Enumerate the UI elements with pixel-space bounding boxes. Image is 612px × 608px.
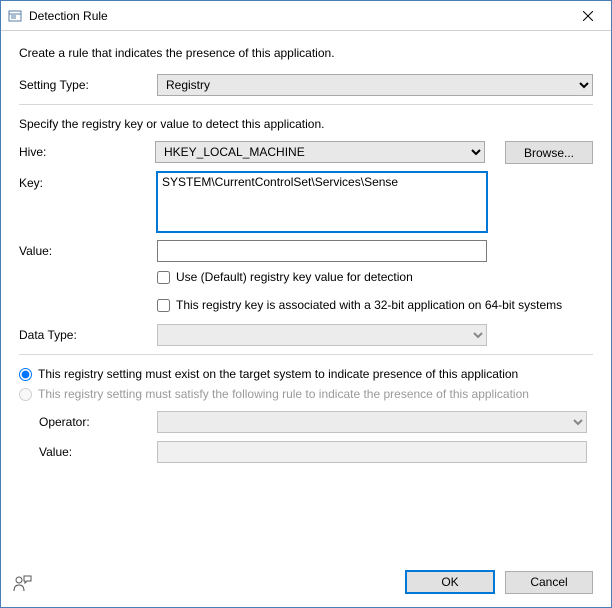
rule-value-input — [157, 441, 587, 463]
use-default-checkbox-row[interactable]: Use (Default) registry key value for det… — [157, 270, 577, 284]
cancel-button[interactable]: Cancel — [505, 571, 593, 594]
assoc32-label: This registry key is associated with a 3… — [176, 298, 562, 312]
intro-text: Create a rule that indicates the presenc… — [19, 46, 593, 60]
setting-type-row: Setting Type: Registry — [19, 74, 593, 96]
browse-button[interactable]: Browse... — [505, 141, 593, 164]
window-title: Detection Rule — [29, 9, 108, 23]
separator-1 — [19, 104, 593, 105]
separator-2 — [19, 354, 593, 355]
radio-exist-row[interactable]: This registry setting must exist on the … — [19, 367, 593, 381]
assoc32-checkbox-row[interactable]: This registry key is associated with a 3… — [157, 298, 577, 312]
datatype-row: Data Type: — [19, 324, 593, 346]
titlebar: Detection Rule — [1, 1, 611, 31]
hive-label: Hive: — [19, 141, 155, 159]
radio-exist[interactable] — [19, 368, 32, 381]
setting-type-select[interactable]: Registry — [157, 74, 593, 96]
key-input[interactable] — [157, 172, 487, 232]
use-default-checkbox[interactable] — [157, 271, 170, 284]
person-speech-icon — [12, 571, 34, 593]
datatype-select — [157, 324, 487, 346]
value-label: Value: — [19, 240, 157, 258]
use-default-label: Use (Default) registry key value for det… — [176, 270, 413, 284]
value-row: Value: — [19, 240, 593, 262]
close-button[interactable] — [565, 1, 611, 31]
radio-satisfy — [19, 388, 32, 401]
datatype-label: Data Type: — [19, 324, 157, 342]
hive-row: Hive: HKEY_LOCAL_MACHINE Browse... — [19, 141, 593, 164]
rule-sub-block: Operator: Value: — [39, 411, 593, 463]
key-row: Key: — [19, 172, 593, 232]
hive-select[interactable]: HKEY_LOCAL_MACHINE — [155, 141, 485, 163]
operator-label: Operator: — [39, 411, 157, 429]
radio-exist-label: This registry setting must exist on the … — [38, 367, 518, 381]
dialog-window: Detection Rule Create a rule that indica… — [0, 0, 612, 608]
ok-button[interactable]: OK — [405, 570, 495, 594]
radio-satisfy-row: This registry setting must satisfy the f… — [19, 387, 593, 401]
app-icon — [7, 8, 23, 24]
radio-satisfy-label: This registry setting must satisfy the f… — [38, 387, 529, 401]
key-label: Key: — [19, 172, 157, 190]
operator-select — [157, 411, 587, 433]
section-text: Specify the registry key or value to det… — [19, 117, 593, 131]
assoc32-checkbox[interactable] — [157, 299, 170, 312]
rule-value-label: Value: — [39, 441, 157, 459]
content-area: Create a rule that indicates the presenc… — [1, 31, 611, 557]
setting-type-label: Setting Type: — [19, 74, 157, 92]
value-input[interactable] — [157, 240, 487, 262]
footer: OK Cancel — [1, 557, 611, 607]
